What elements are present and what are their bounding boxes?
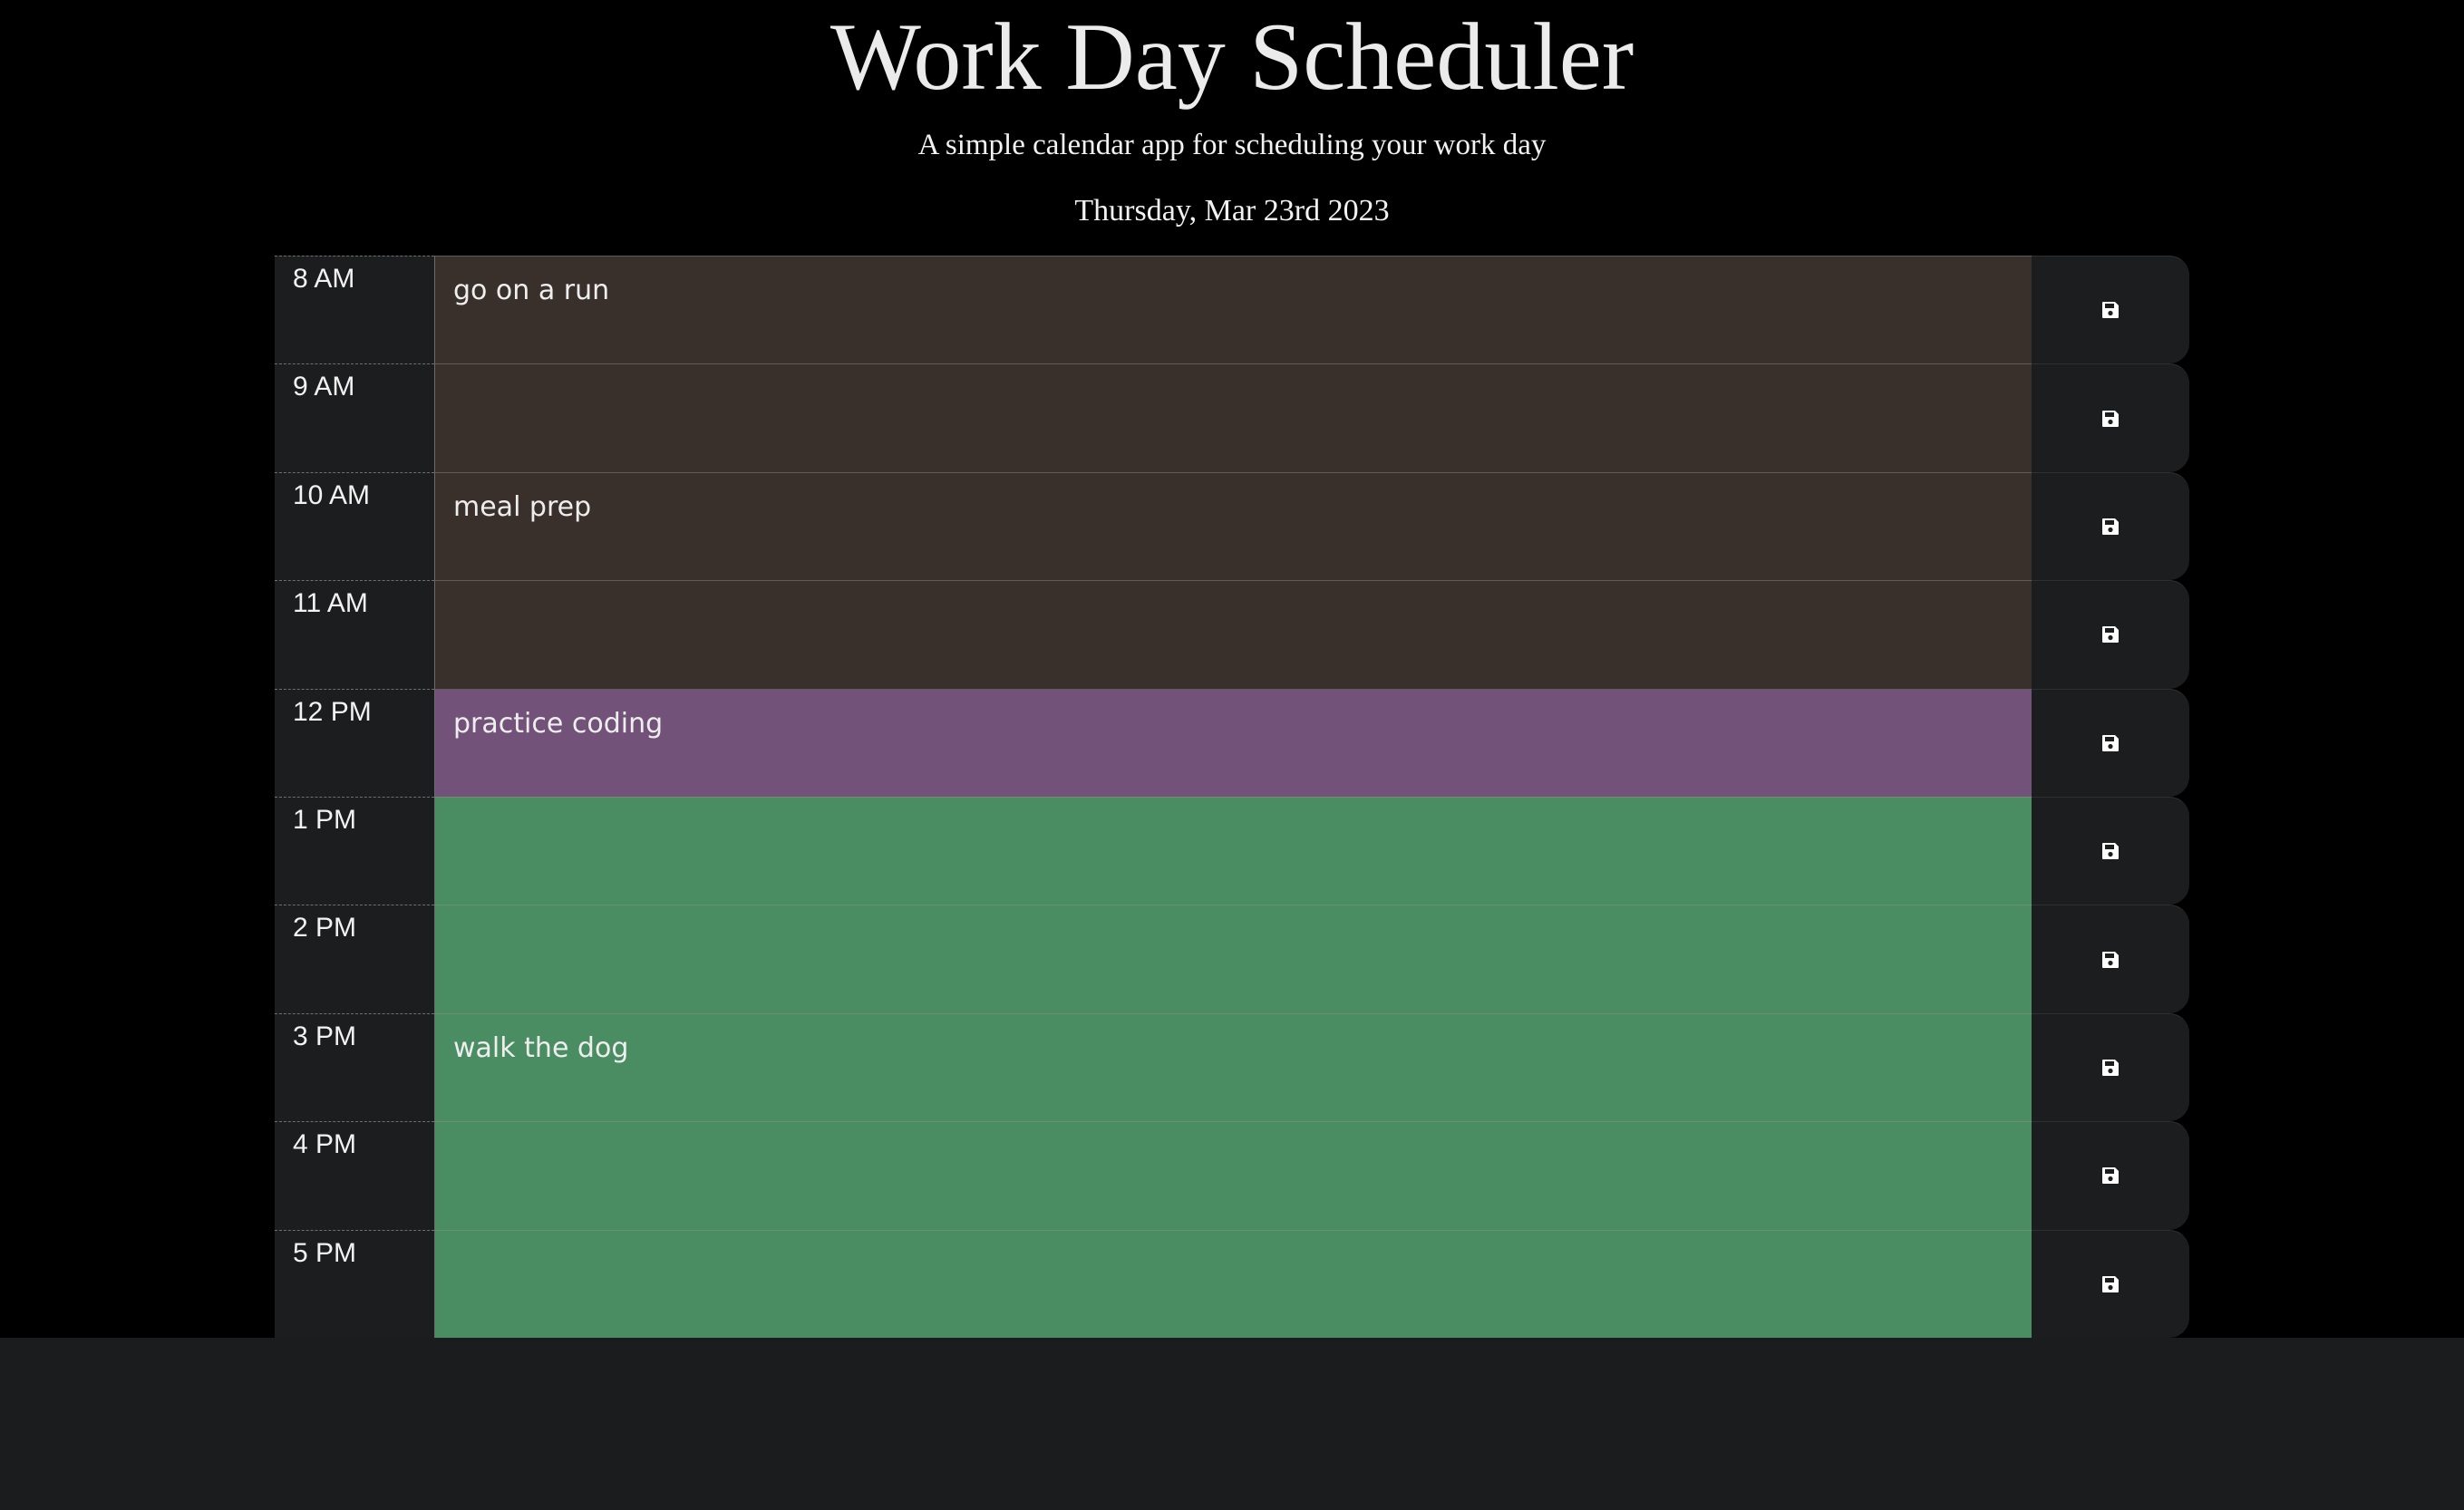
timeblock-row: 1 PM xyxy=(275,796,2189,905)
save-button[interactable] xyxy=(2032,1121,2189,1230)
hour-label: 1 PM xyxy=(275,796,434,905)
floppy-disk-icon xyxy=(2102,518,2119,535)
event-description-input[interactable] xyxy=(434,363,2032,472)
event-description-input[interactable]: walk the dog xyxy=(434,1012,2032,1122)
hour-label: 10 AM xyxy=(275,471,434,581)
hour-label: 2 PM xyxy=(275,905,434,1013)
event-description-input[interactable]: practice coding xyxy=(434,688,2032,797)
timeblock-row: 9 AM xyxy=(275,363,2189,472)
event-description-input[interactable] xyxy=(434,905,2032,1013)
timeblock-row: 12 PM practice coding xyxy=(275,688,2189,797)
timeblock-row: 11 AM xyxy=(275,580,2189,689)
hour-label: 4 PM xyxy=(275,1121,434,1230)
timeblock-row: 10 AM meal prep xyxy=(275,471,2189,581)
event-description-input[interactable]: meal prep xyxy=(434,471,2032,581)
hour-label: 3 PM xyxy=(275,1012,434,1122)
save-button[interactable] xyxy=(2032,471,2189,581)
event-description-input[interactable] xyxy=(434,796,2032,905)
timeblock-row: 8 AM go on a run xyxy=(275,256,2189,364)
save-button[interactable] xyxy=(2032,580,2189,689)
floppy-disk-icon xyxy=(2102,734,2119,751)
floppy-disk-icon xyxy=(2102,626,2119,644)
save-button[interactable] xyxy=(2032,256,2189,364)
hour-label: 11 AM xyxy=(275,580,434,689)
timeblock-row: 5 PM xyxy=(275,1229,2189,1338)
save-button[interactable] xyxy=(2032,363,2189,472)
save-button[interactable] xyxy=(2032,905,2189,1013)
save-button[interactable] xyxy=(2032,1012,2189,1122)
floppy-disk-icon xyxy=(2102,1167,2119,1185)
page-subtitle: A simple calendar app for scheduling you… xyxy=(917,129,1547,161)
floppy-disk-icon xyxy=(2102,951,2119,968)
header: Work Day Scheduler A simple calendar app… xyxy=(0,0,2464,254)
page-title: Work Day Scheduler xyxy=(829,4,1635,110)
floppy-disk-icon xyxy=(2102,302,2119,319)
hour-label: 5 PM xyxy=(275,1229,434,1338)
event-description-input[interactable]: go on a run xyxy=(434,256,2032,364)
event-description-input[interactable] xyxy=(434,1229,2032,1338)
app-container: Work Day Scheduler A simple calendar app… xyxy=(0,0,2464,1338)
event-description-input[interactable] xyxy=(434,1121,2032,1230)
save-button[interactable] xyxy=(2032,796,2189,905)
save-button[interactable] xyxy=(2032,1229,2189,1338)
hour-label: 9 AM xyxy=(275,363,434,472)
hour-label: 12 PM xyxy=(275,688,434,797)
floppy-disk-icon xyxy=(2102,1059,2119,1076)
save-button[interactable] xyxy=(2032,688,2189,797)
floppy-disk-icon xyxy=(2102,410,2119,427)
timeblock-list: 8 AM go on a run 9 AM 10 AM meal prep 11 AM 12… xyxy=(275,256,2189,1338)
timeblock-row: 4 PM xyxy=(275,1121,2189,1230)
timeblock-row: 3 PM walk the dog xyxy=(275,1012,2189,1122)
event-description-input[interactable] xyxy=(434,580,2032,689)
page-footer-area xyxy=(0,1338,2464,1510)
floppy-disk-icon xyxy=(2102,843,2119,860)
hour-label: 8 AM xyxy=(275,256,434,364)
timeblock-row: 2 PM xyxy=(275,905,2189,1013)
floppy-disk-icon xyxy=(2102,1275,2119,1292)
current-day: Thursday, Mar 23rd 2023 xyxy=(1074,194,1390,227)
